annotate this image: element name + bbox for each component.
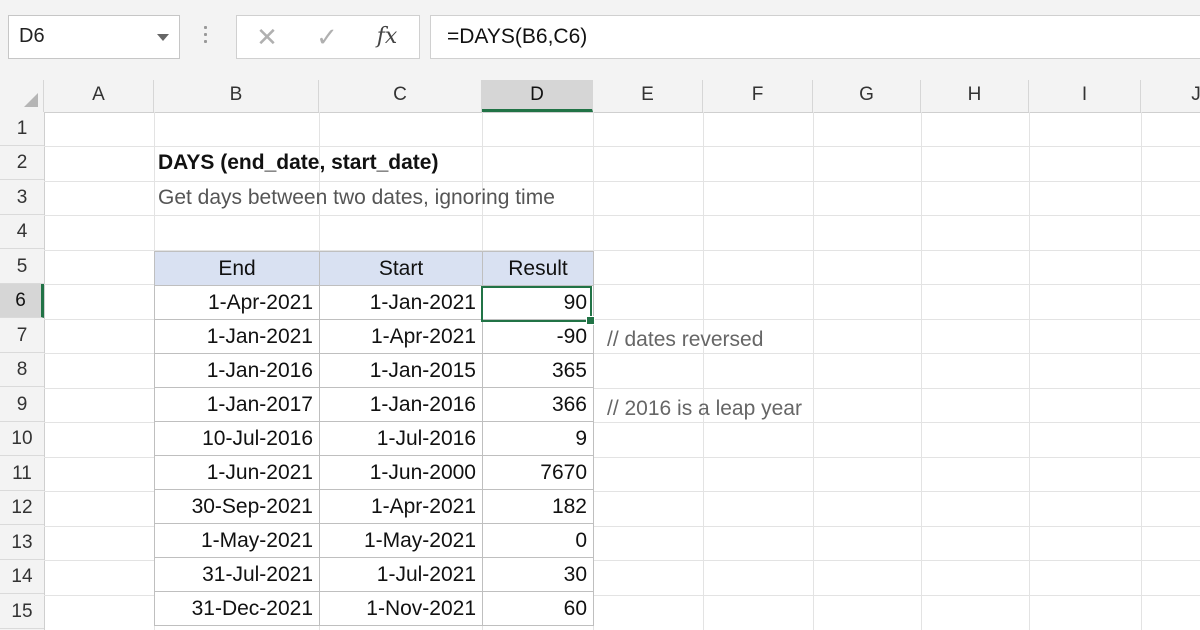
cancel-icon[interactable]: ✕	[247, 22, 287, 52]
start-cell[interactable]: 1-Jul-2016	[319, 421, 483, 456]
table-row: 1-May-2021 1-May-2021 0	[154, 523, 594, 558]
end-cell[interactable]: 31-Jul-2021	[154, 557, 320, 592]
result-cell[interactable]: 90	[482, 285, 594, 320]
end-cell[interactable]: 1-May-2021	[154, 523, 320, 558]
result-cell[interactable]: 182	[482, 489, 594, 524]
row-header-7[interactable]: 7	[0, 319, 44, 353]
fx-label: fx	[376, 24, 398, 49]
column-header-c[interactable]: C	[319, 80, 482, 112]
enter-icon[interactable]: ✓	[307, 22, 347, 52]
sheet-title[interactable]: DAYS (end_date, start_date)	[158, 151, 438, 175]
row-header-15[interactable]: 15	[0, 595, 44, 629]
header-end[interactable]: End	[154, 251, 320, 286]
grip-handle-icon[interactable]	[204, 26, 208, 48]
row-header-4[interactable]: 4	[0, 215, 44, 249]
name-box[interactable]: D6	[8, 15, 180, 59]
end-cell[interactable]: 1-Jan-2021	[154, 319, 320, 354]
header-start[interactable]: Start	[319, 251, 483, 286]
start-cell[interactable]: 1-Jul-2021	[319, 557, 483, 592]
row-header-1[interactable]: 1	[0, 112, 44, 146]
table-row: 1-Jan-2016 1-Jan-2015 365	[154, 353, 594, 388]
column-header-a[interactable]: A	[44, 80, 154, 112]
table-row: 1-Apr-2021 1-Jan-2021 90	[154, 285, 594, 320]
name-box-value: D6	[19, 25, 45, 47]
formula-input[interactable]: =DAYS(B6,C6)	[430, 15, 1200, 59]
row-header-column: 1 2 3 4 5 6 7 8 9 10 11 12 13 14 15	[0, 112, 45, 630]
end-cell[interactable]: 30-Sep-2021	[154, 489, 320, 524]
comment-leap-year[interactable]: // 2016 is a leap year	[607, 397, 802, 421]
start-cell[interactable]: 1-Apr-2021	[319, 489, 483, 524]
column-header-e[interactable]: E	[593, 80, 703, 112]
start-cell[interactable]: 1-Jan-2015	[319, 353, 483, 388]
row-header-14[interactable]: 14	[0, 560, 44, 594]
start-cell[interactable]: 1-Nov-2021	[319, 591, 483, 626]
result-cell[interactable]: 60	[482, 591, 594, 626]
result-cell[interactable]: 30	[482, 557, 594, 592]
result-cell[interactable]: 366	[482, 387, 594, 422]
formula-bar: D6 ✕ ✓ fx =DAYS(B6,C6)	[0, 0, 1200, 81]
start-cell[interactable]: 1-Apr-2021	[319, 319, 483, 354]
result-cell[interactable]: 0	[482, 523, 594, 558]
column-header-row: A B C D E F G H I J	[0, 80, 1200, 113]
table-row: 1-Jun-2021 1-Jun-2000 7670	[154, 455, 594, 490]
select-all-button[interactable]	[0, 80, 44, 112]
row-header-11[interactable]: 11	[0, 457, 44, 491]
column-header-d[interactable]: D	[482, 80, 593, 112]
days-table: End Start Result 1-Apr-2021 1-Jan-2021 9…	[154, 251, 594, 626]
result-cell[interactable]: -90	[482, 319, 594, 354]
table-row: 30-Sep-2021 1-Apr-2021 182	[154, 489, 594, 524]
end-cell[interactable]: 1-Apr-2021	[154, 285, 320, 320]
table-row: 1-Jan-2017 1-Jan-2016 366	[154, 387, 594, 422]
result-cell[interactable]: 7670	[482, 455, 594, 490]
row-header-10[interactable]: 10	[0, 422, 44, 456]
table-row: 31-Jul-2021 1-Jul-2021 30	[154, 557, 594, 592]
row-header-2[interactable]: 2	[0, 146, 44, 180]
row-header-9[interactable]: 9	[0, 388, 44, 422]
row-header-13[interactable]: 13	[0, 526, 44, 560]
formula-text: =DAYS(B6,C6)	[447, 25, 588, 48]
start-cell[interactable]: 1-Jan-2021	[319, 285, 483, 320]
header-result[interactable]: Result	[482, 251, 594, 286]
result-cell[interactable]: 365	[482, 353, 594, 388]
end-cell[interactable]: 1-Jan-2016	[154, 353, 320, 388]
column-header-f[interactable]: F	[703, 80, 813, 112]
start-cell[interactable]: 1-Jan-2016	[319, 387, 483, 422]
table-row: 31-Dec-2021 1-Nov-2021 60	[154, 591, 594, 626]
start-cell[interactable]: 1-May-2021	[319, 523, 483, 558]
row-header-5[interactable]: 5	[0, 250, 44, 284]
row-header-12[interactable]: 12	[0, 491, 44, 525]
column-header-h[interactable]: H	[921, 80, 1029, 112]
end-cell[interactable]: 1-Jan-2017	[154, 387, 320, 422]
row-header-8[interactable]: 8	[0, 353, 44, 387]
comment-dates-reversed[interactable]: // dates reversed	[607, 328, 763, 352]
table-row: 1-Jan-2021 1-Apr-2021 -90	[154, 319, 594, 354]
select-all-icon	[24, 93, 38, 107]
column-header-b[interactable]: B	[154, 80, 319, 112]
end-cell[interactable]: 31-Dec-2021	[154, 591, 320, 626]
column-header-g[interactable]: G	[813, 80, 921, 112]
column-header-i[interactable]: I	[1029, 80, 1141, 112]
column-header-j[interactable]: J	[1141, 80, 1200, 112]
table-row: 10-Jul-2016 1-Jul-2016 9	[154, 421, 594, 456]
insert-function-icon[interactable]: fx	[367, 22, 407, 52]
start-cell[interactable]: 1-Jun-2000	[319, 455, 483, 490]
row-header-6[interactable]: 6	[0, 284, 44, 318]
formula-buttons: ✕ ✓ fx	[236, 15, 420, 59]
end-cell[interactable]: 1-Jun-2021	[154, 455, 320, 490]
sheet-subtitle[interactable]: Get days between two dates, ignoring tim…	[158, 186, 555, 210]
chevron-down-icon[interactable]	[157, 34, 169, 41]
row-header-3[interactable]: 3	[0, 181, 44, 215]
result-cell[interactable]: 9	[482, 421, 594, 456]
end-cell[interactable]: 10-Jul-2016	[154, 421, 320, 456]
